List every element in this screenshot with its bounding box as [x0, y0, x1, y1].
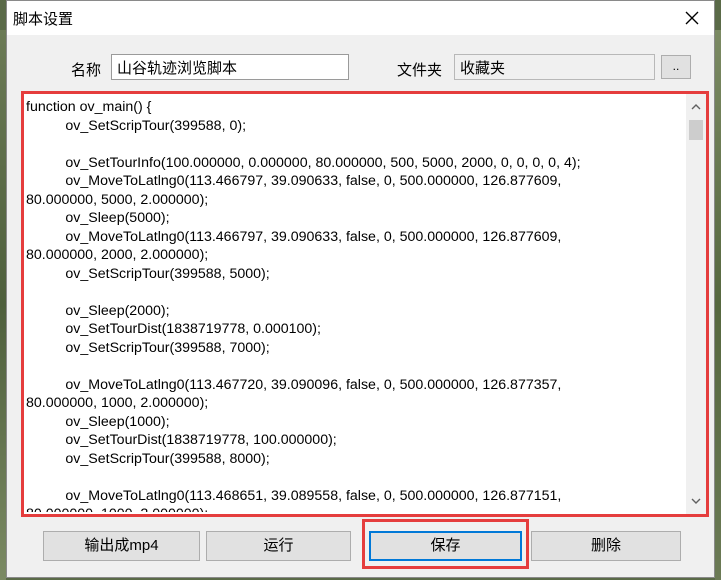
save-button[interactable]: 保存 [369, 531, 522, 561]
script-line: ov_SetTourInfo(100.000000, 0.000000, 80.… [26, 154, 581, 171]
script-line: ov_SetTourDist(1838719778, 0.000100); [26, 321, 321, 337]
script-line: ov_SetScripTour(399588, 0); [26, 117, 247, 134]
folder-label: 文件夹 [397, 62, 443, 79]
script-line: 80.000000, 1000, 2.000000); [26, 505, 678, 512]
script-line: ov_SetScripTour(399588, 5000); [26, 265, 270, 282]
dialog-title: 脚本设置 [13, 10, 74, 28]
export-mp4-button[interactable]: 输出成mp4 [43, 531, 200, 561]
script-line: ov_MoveToLatlng0(113.466797, 39.090633, … [26, 173, 562, 189]
script-line: ov_Sleep(5000); [26, 210, 170, 226]
browse-folder-button[interactable]: .. [661, 55, 691, 79]
script-line: function ov_main() { [26, 99, 152, 115]
script-line: ov_SetTourDist(1838719778, 100.000000); [26, 432, 337, 448]
script-line: ov_Sleep(2000); [26, 302, 170, 319]
script-line: 80.000000, 5000, 2.000000); [26, 191, 209, 208]
chevron-up-icon [691, 104, 701, 110]
scroll-up-button[interactable] [686, 98, 706, 116]
script-line [26, 357, 678, 376]
close-icon [685, 11, 699, 25]
name-input[interactable] [111, 54, 349, 80]
scroll-down-button[interactable] [686, 492, 706, 510]
folder-field[interactable] [454, 54, 655, 80]
script-line: ov_SetScripTour(399588, 8000); [26, 450, 270, 467]
vertical-scrollbar[interactable] [686, 94, 706, 514]
scroll-thumb[interactable] [689, 120, 703, 140]
script-line [26, 468, 678, 487]
close-button[interactable] [676, 3, 708, 33]
script-line: ov_MoveToLatlng0(113.466797, 39.090633, … [26, 228, 562, 245]
script-editor[interactable]: function ov_main() { ov_SetScripTour(399… [26, 98, 678, 512]
script-settings-dialog: 脚本设置 名称 文件夹 .. function ov_main() { ov_S… [6, 0, 715, 578]
delete-button[interactable]: 删除 [531, 531, 681, 561]
script-line [26, 283, 678, 302]
script-line: ov_MoveToLatlng0(113.468651, 39.089558, … [26, 487, 562, 504]
script-editor-highlight: function ov_main() { ov_SetScripTour(399… [21, 91, 709, 517]
title-bar: 脚本设置 [7, 1, 714, 35]
run-button[interactable]: 运行 [206, 531, 351, 561]
chevron-down-icon [691, 498, 701, 504]
script-line: ov_Sleep(1000); [26, 413, 170, 430]
background-map-right [715, 30, 721, 580]
script-line [26, 135, 678, 154]
script-line: ov_SetScripTour(399588, 7000); [26, 339, 270, 356]
script-line: 80.000000, 1000, 2.000000); [26, 395, 209, 411]
name-label: 名称 [71, 62, 102, 79]
script-line: ov_MoveToLatlng0(113.467720, 39.090096, … [26, 376, 562, 393]
script-line: 80.000000, 2000, 2.000000); [26, 247, 209, 263]
